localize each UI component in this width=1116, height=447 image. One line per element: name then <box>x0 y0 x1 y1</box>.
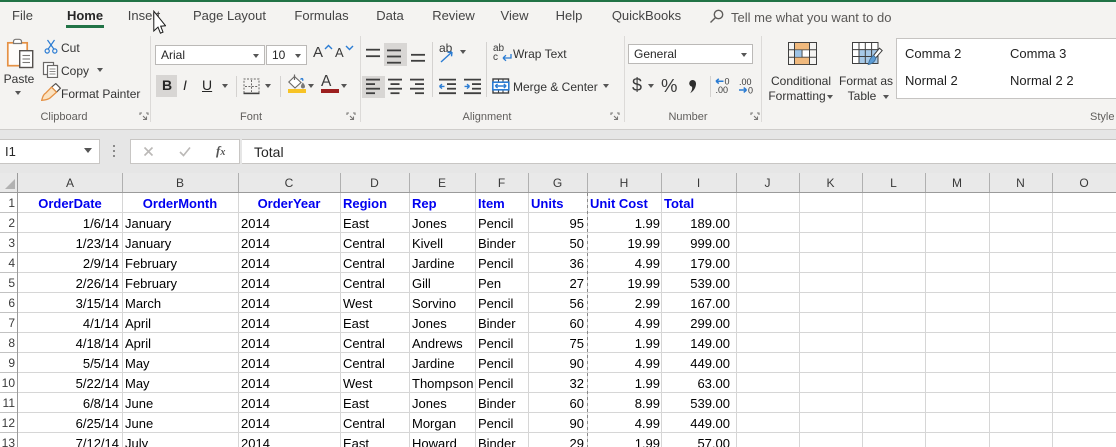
svg-text:0: 0 <box>748 86 753 95</box>
svg-text:.00: .00 <box>716 85 729 94</box>
